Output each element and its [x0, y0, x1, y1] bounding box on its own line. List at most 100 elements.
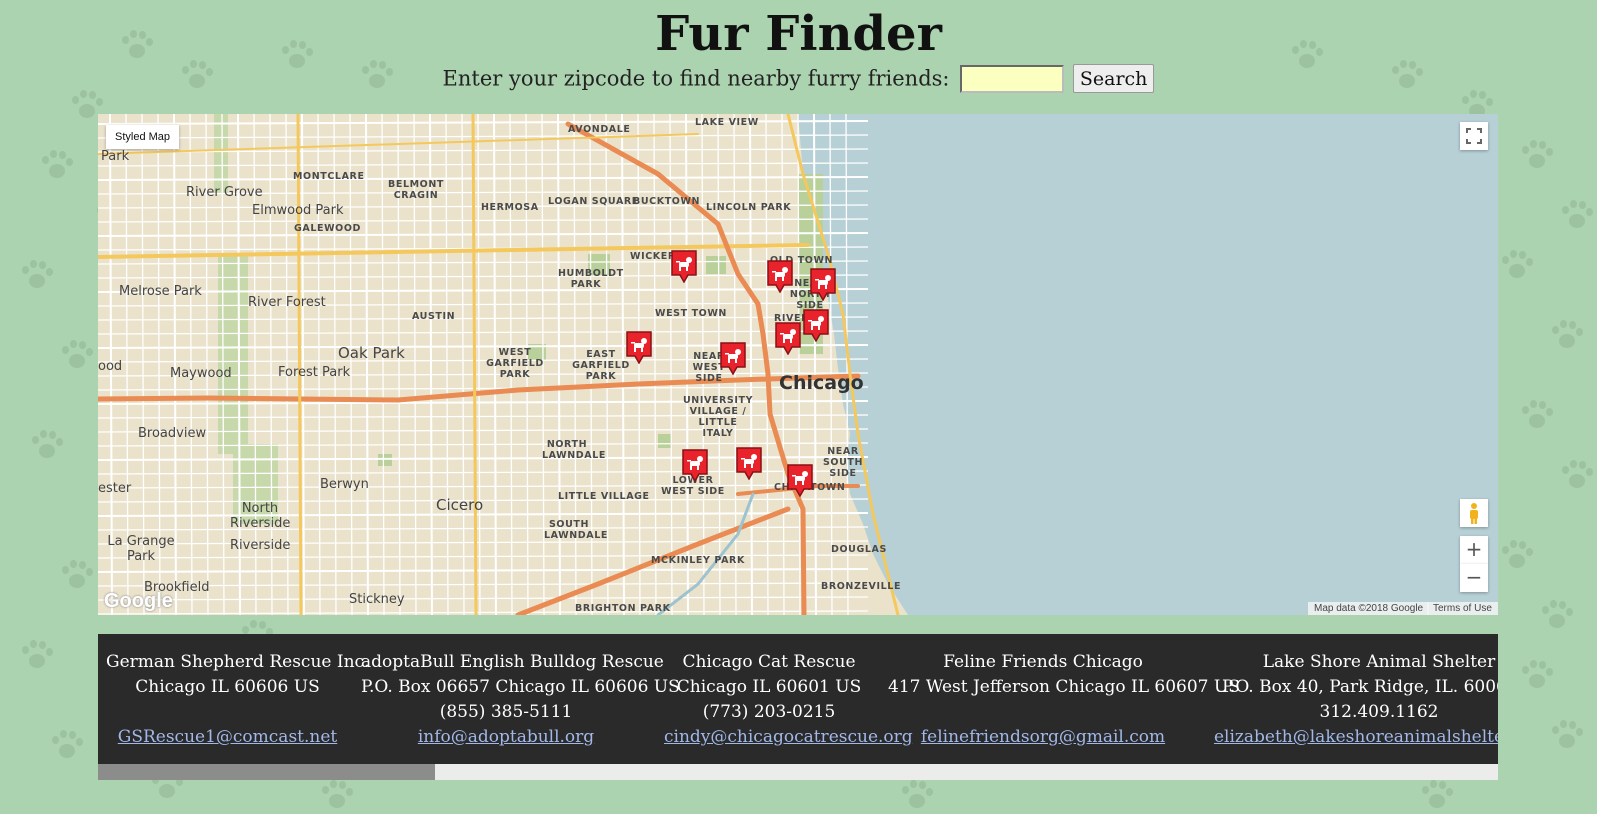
shelter-card: Lake Shore Animal Shelter P.O. Box 40, P…: [1214, 650, 1498, 750]
dog-marker-icon: [810, 268, 836, 301]
paw-print-icon: [1520, 660, 1554, 694]
shelter-map-marker[interactable]: [670, 249, 698, 283]
label-lincoln-park: LINCOLN PARK: [706, 202, 792, 213]
label-austin: AUSTIN: [412, 311, 456, 322]
shelter-email-link[interactable]: elizabeth@lakeshoreanimalshelter.org: [1214, 727, 1498, 747]
paw-print-icon: [60, 560, 94, 594]
label-chicago: Chicago: [779, 372, 864, 394]
dog-marker-icon: [736, 447, 762, 480]
fullscreen-button[interactable]: [1460, 122, 1488, 150]
zoom-in-button[interactable]: +: [1460, 536, 1488, 564]
shelter-map-marker[interactable]: [719, 341, 747, 375]
label-oak-park: Oak Park: [338, 344, 405, 362]
shelter-address: P.O. Box 40, Park Ridge, IL. 60068 C: [1221, 677, 1498, 697]
paw-print-icon: [1540, 600, 1574, 634]
dog-marker-icon: [720, 342, 746, 375]
shelter-email-link[interactable]: cindy@chicagocatrescue.org: [664, 727, 913, 747]
label-humboldt-park: HUMBOLDT PARK: [558, 268, 624, 290]
search-bar: Enter your zipcode to find nearby furry …: [0, 64, 1597, 93]
terms-of-use-link[interactable]: Terms of Use: [1427, 602, 1498, 615]
label-belmont-cragin: BELMONT CRAGIN: [388, 179, 444, 201]
shelter-email-link[interactable]: info@adoptabull.org: [418, 727, 594, 747]
label-stickney: Stickney: [349, 592, 405, 607]
shelter-map-marker[interactable]: [681, 448, 709, 482]
paw-print-icon: [20, 640, 54, 674]
shelter-phone: 312.409.1162: [1319, 702, 1439, 722]
shelter-phone: [106, 700, 349, 725]
dog-marker-icon: [767, 260, 793, 293]
dog-marker-icon: [803, 309, 829, 342]
shelter-map-marker[interactable]: [802, 308, 830, 342]
shelter-name: Lake Shore Animal Shelter: [1262, 652, 1496, 672]
dog-marker-icon: [626, 331, 652, 364]
shelter-map-marker[interactable]: [809, 267, 837, 301]
label-west-town: WEST TOWN: [655, 308, 727, 319]
label-douglas: DOUGLAS: [831, 544, 887, 555]
page-title: Fur Finder: [655, 6, 942, 62]
search-button[interactable]: Search: [1072, 64, 1155, 93]
search-prompt: Enter your zipcode to find nearby furry …: [442, 66, 950, 91]
shelter-map-marker[interactable]: [774, 321, 802, 355]
shelter-phone: (773) 203-0215: [702, 702, 836, 722]
label-little-village: LITTLE VILLAGE: [558, 491, 650, 502]
map[interactable]: AVONDALE LAKE VIEW MONTCLARE BELMONT CRA…: [98, 114, 1498, 615]
scrollbar-thumb[interactable]: [98, 764, 435, 780]
paw-print-icon: [1420, 780, 1454, 814]
shelter-name: Feline Friends Chicago: [943, 652, 1143, 672]
paw-print-icon: [1560, 460, 1594, 494]
dog-marker-icon: [671, 250, 697, 283]
label-brighton-park: BRIGHTON PARK: [575, 603, 671, 614]
label-broadview: Broadview: [138, 426, 207, 441]
pegman-icon: [1470, 503, 1478, 524]
paw-print-icon: [900, 780, 934, 814]
paw-print-icon: [1560, 200, 1594, 234]
shelter-map-marker[interactable]: [786, 463, 814, 497]
shelter-map-marker[interactable]: [766, 259, 794, 293]
shelter-list: German Shepherd Rescue Inc. Chicago IL 6…: [98, 634, 1498, 764]
label-wicker: WICKER: [630, 251, 676, 262]
zoom-out-button[interactable]: −: [1460, 564, 1488, 592]
paw-print-icon: [1550, 320, 1584, 354]
shelter-map-marker[interactable]: [625, 330, 653, 364]
shelter-card: German Shepherd Rescue Inc. Chicago IL 6…: [106, 650, 369, 750]
paw-print-icon: [30, 430, 64, 464]
label-university-village: UNIVERSITY VILLAGE / LITTLE ITALY: [682, 395, 754, 439]
horizontal-scrollbar[interactable]: [98, 764, 1498, 780]
label-south-lawndale: SOUTH LAWNDALE: [544, 519, 608, 541]
label-hermosa: HERMOSA: [481, 202, 539, 213]
shelter-email-link[interactable]: felinefriendsorg@gmail.com: [921, 727, 1165, 747]
label-north-lawndale: NORTH LAWNDALE: [542, 439, 606, 461]
shelter-name: adoptaBull English Bulldog Rescue: [361, 652, 664, 672]
label-galewood: GALEWOOD: [294, 223, 362, 234]
label-mckinley-park: MCKINLEY PARK: [651, 555, 745, 566]
street-view-button[interactable]: [1460, 499, 1488, 527]
label-cicero: Cicero: [436, 496, 484, 514]
label-near-south-side: NEAR SOUTH SIDE: [822, 446, 864, 479]
dog-marker-icon: [682, 449, 708, 482]
paw-print-icon: [50, 730, 84, 764]
label-elmwood-park: Elmwood Park: [252, 203, 344, 218]
label-bronzeville: BRONZEVILLE: [821, 581, 902, 592]
label-berwyn: Berwyn: [320, 477, 369, 492]
paw-print-icon: [20, 260, 54, 294]
paw-print-icon: [320, 780, 354, 814]
zipcode-input[interactable]: [960, 64, 1065, 93]
paw-print-icon: [60, 340, 94, 374]
shelter-card: Feline Friends Chicago 417 West Jefferso…: [888, 650, 1240, 750]
label-maywood: Maywood: [170, 366, 232, 381]
label-avondale: AVONDALE: [568, 124, 631, 135]
paw-print-icon: [1520, 140, 1554, 174]
label-bucktown: BUCKTOWN: [633, 196, 701, 207]
shelter-map-marker[interactable]: [735, 446, 763, 480]
shelter-card: adoptaBull English Bulldog Rescue P.O. B…: [361, 650, 680, 750]
shelter-email-link[interactable]: GSRescue1@comcast.net: [118, 727, 338, 747]
map-type-button[interactable]: Styled Map: [106, 125, 180, 149]
label-north-riverside: North Riverside: [230, 501, 291, 531]
shelter-phone: [888, 700, 1198, 725]
shelter-address: P.O. Box 06657 Chicago IL 60606 US: [361, 677, 680, 697]
shelter-name: Chicago Cat Rescue: [682, 652, 856, 672]
fullscreen-icon: [1466, 128, 1482, 144]
paw-print-icon: [1500, 250, 1534, 284]
map-attribution: Map data ©2018 Google: [1308, 602, 1430, 615]
paw-print-icon: [40, 150, 74, 184]
